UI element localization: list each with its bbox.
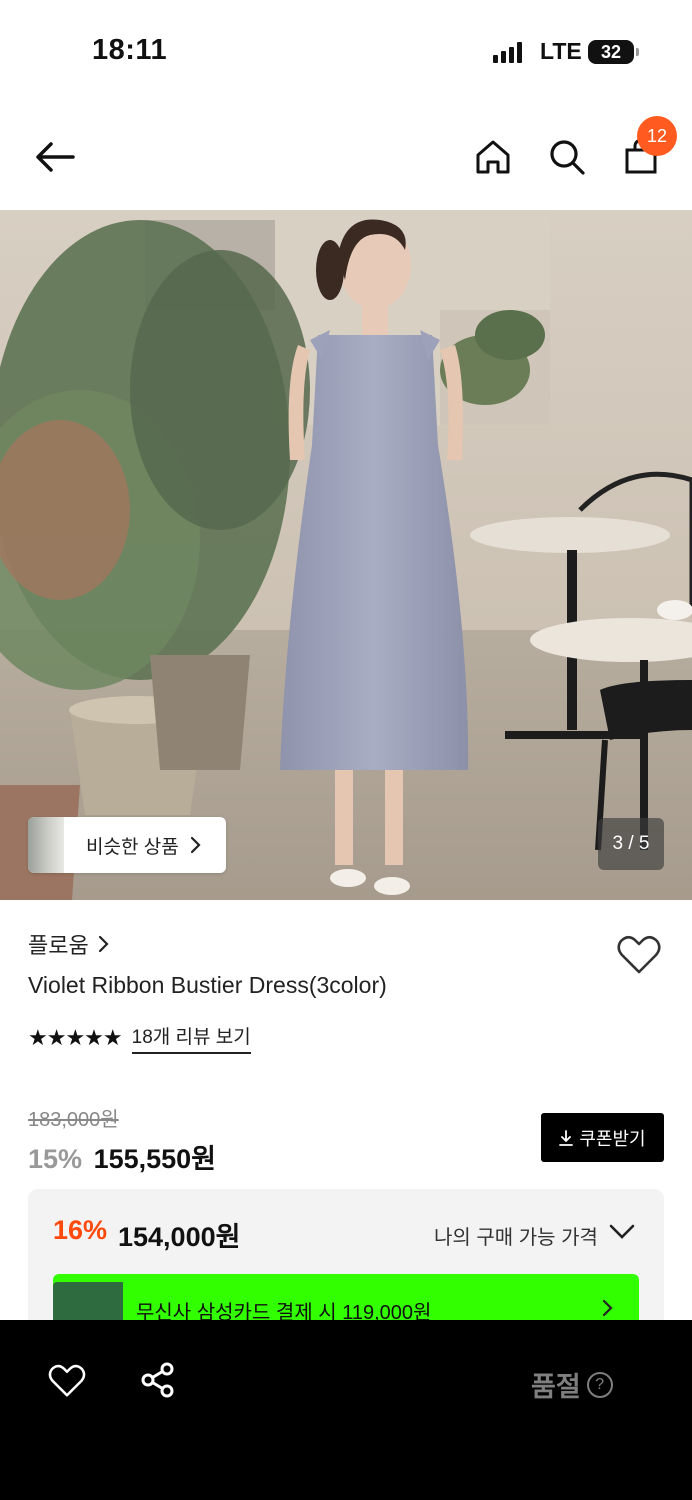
chevron-down-icon[interactable] — [608, 1221, 636, 1241]
coupon-label: 쿠폰받기 — [579, 1128, 646, 1149]
brand-link[interactable]: 플로움 — [28, 928, 111, 960]
chevron-right-icon — [602, 1299, 613, 1317]
best-discount-rate: 16% — [53, 1215, 108, 1245]
download-icon — [559, 1129, 574, 1146]
similar-products-label: 비슷한 상품 — [86, 836, 179, 858]
heart-icon — [48, 1364, 86, 1397]
signal-icon — [493, 41, 522, 63]
product-name: Violet Ribbon Bustier Dress(3color) — [28, 972, 387, 998]
home-button[interactable] — [468, 132, 518, 182]
rating-row: ★★★★★ 18개 리뷰 보기 — [28, 1022, 251, 1054]
bottom-action-bar: 품절 ? — [0, 1320, 692, 1500]
back-arrow-icon — [36, 142, 75, 172]
network-label: LTE — [540, 38, 582, 64]
search-button[interactable] — [542, 132, 592, 182]
sold-out-status: 품절 ? — [531, 1365, 613, 1404]
similar-product-thumbnail — [28, 817, 64, 873]
image-counter: 3 / 5 — [598, 818, 664, 870]
star-rating: ★★★★★ — [28, 1025, 123, 1050]
status-bar: 18:11 LTE 32 — [0, 0, 692, 100]
home-icon — [476, 140, 510, 174]
heart-icon — [617, 935, 661, 974]
similar-products-button[interactable]: 비슷한 상품 — [28, 817, 226, 873]
back-button[interactable] — [30, 132, 80, 182]
sale-price: 155,550원 — [93, 1144, 217, 1174]
help-icon[interactable]: ? — [586, 1371, 613, 1398]
original-price: 183,000원 — [28, 1109, 119, 1131]
reviews-link[interactable]: 18개 리뷰 보기 — [131, 1022, 251, 1054]
chevron-right-icon — [190, 836, 201, 854]
search-icon — [550, 140, 585, 175]
sale-price-row: 15% 155,550원 — [28, 1137, 216, 1176]
discount-rate: 15% — [28, 1144, 83, 1174]
bottom-wishlist-button[interactable] — [46, 1360, 88, 1407]
share-icon — [141, 1362, 174, 1398]
top-navigation — [0, 110, 692, 206]
brand-name: 플로움 — [28, 933, 89, 958]
sold-out-label: 품절 — [531, 1372, 581, 1402]
battery-icon: 32 — [588, 40, 639, 64]
coupon-button[interactable]: 쿠폰받기 — [541, 1113, 664, 1162]
chevron-right-icon — [98, 935, 109, 953]
share-button[interactable] — [138, 1360, 178, 1405]
my-price-label[interactable]: 나의 구매 가능 가격 — [434, 1221, 598, 1250]
best-price: 154,000원 — [118, 1222, 241, 1252]
wishlist-button[interactable] — [614, 930, 664, 980]
cart-count-badge: 12 — [637, 116, 677, 156]
product-image[interactable] — [0, 210, 692, 900]
best-price-panel: 16% 154,000원 나의 구매 가능 가격 무신사 삼성카드 결제 시 1… — [28, 1189, 664, 1329]
status-time: 18:11 — [92, 34, 168, 66]
product-photo — [0, 210, 692, 900]
